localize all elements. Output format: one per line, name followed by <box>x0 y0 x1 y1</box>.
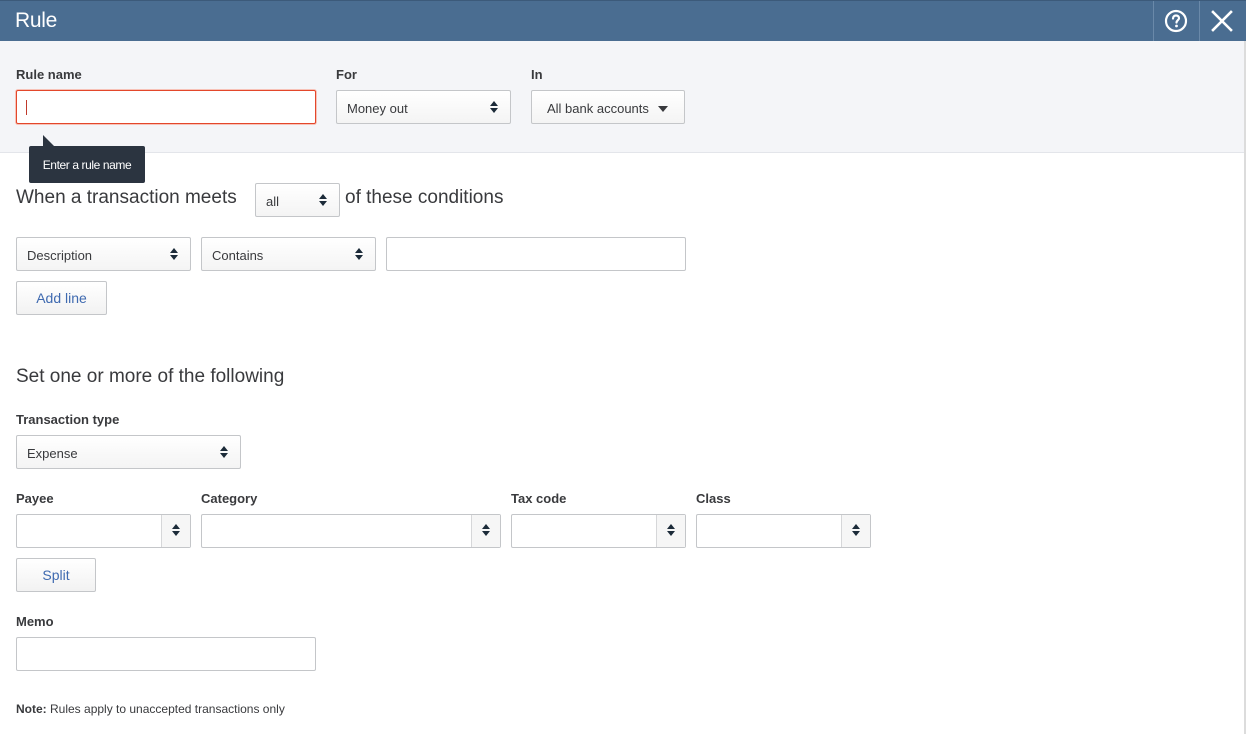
up-down-arrows-icon <box>319 194 327 207</box>
up-down-arrows-icon <box>852 524 860 537</box>
tax-code-combobox[interactable] <box>511 514 686 548</box>
class-dropdown-button[interactable] <box>841 515 870 547</box>
match-select[interactable]: all <box>255 183 340 217</box>
rule-name-label: Rule name <box>16 67 82 82</box>
for-label: For <box>336 67 357 82</box>
note-label: Note: <box>16 702 47 716</box>
memo-input[interactable] <box>16 637 316 671</box>
rule-name-tooltip: Enter a rule name <box>29 146 145 183</box>
close-icon <box>1211 10 1233 32</box>
up-down-arrows-icon <box>220 446 228 459</box>
for-select[interactable]: Money out <box>336 90 511 124</box>
category-label: Category <box>201 491 258 506</box>
up-down-arrows-icon <box>490 101 498 114</box>
conditions-prefix: When a transaction meets <box>16 187 237 208</box>
payee-dropdown-button[interactable] <box>161 515 190 547</box>
payee-combobox[interactable] <box>16 514 191 548</box>
condition-operator-select[interactable]: Contains <box>201 237 376 271</box>
for-select-value: Money out <box>347 101 408 116</box>
rules-note: Note: Rules apply to unaccepted transact… <box>16 702 285 716</box>
dialog-header: Rule <box>0 0 1246 41</box>
rule-name-input[interactable] <box>16 90 316 124</box>
category-combobox[interactable] <box>201 514 501 548</box>
actions-heading: Set one or more of the following <box>16 366 285 387</box>
conditions-suffix: of these conditions <box>345 187 504 208</box>
in-label: In <box>531 67 543 82</box>
add-line-button[interactable]: Add line <box>16 281 107 315</box>
category-dropdown-button[interactable] <box>471 515 500 547</box>
caret-down-icon <box>658 106 668 112</box>
in-dropdown-value: All bank accounts <box>547 101 649 116</box>
split-button[interactable]: Split <box>16 558 96 592</box>
transaction-type-label: Transaction type <box>16 412 120 427</box>
close-button[interactable] <box>1199 1 1244 41</box>
up-down-arrows-icon <box>355 248 363 261</box>
note-text: Rules apply to unaccepted transactions o… <box>46 702 285 716</box>
up-down-arrows-icon <box>482 524 490 537</box>
up-down-arrows-icon <box>667 524 675 537</box>
in-dropdown[interactable]: All bank accounts <box>531 90 685 124</box>
condition-operator-value: Contains <box>212 248 264 263</box>
condition-value-input[interactable] <box>386 237 686 271</box>
memo-label: Memo <box>16 614 54 629</box>
help-button[interactable] <box>1153 1 1198 41</box>
text-caret <box>26 100 27 115</box>
transaction-type-select[interactable]: Expense <box>16 435 241 469</box>
help-circle-icon <box>1164 9 1188 33</box>
match-select-value: all <box>266 194 280 209</box>
up-down-arrows-icon <box>170 248 178 261</box>
condition-field-value: Description <box>27 248 93 263</box>
payee-label: Payee <box>16 491 54 506</box>
class-combobox[interactable] <box>696 514 871 548</box>
condition-field-select[interactable]: Description <box>16 237 191 271</box>
tax-code-dropdown-button[interactable] <box>656 515 685 547</box>
tax-code-label: Tax code <box>511 491 567 506</box>
class-label: Class <box>696 491 731 506</box>
dialog-title: Rule <box>15 9 57 32</box>
transaction-type-value: Expense <box>27 446 78 461</box>
up-down-arrows-icon <box>172 524 180 537</box>
